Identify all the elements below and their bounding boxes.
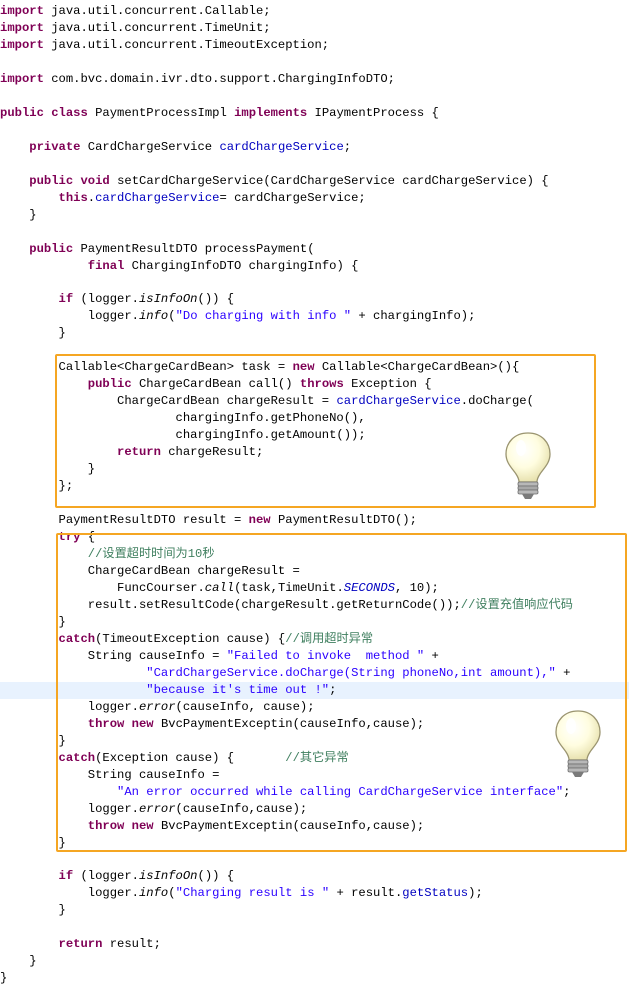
code-line[interactable]: } — [0, 207, 37, 224]
code-token: (logger. — [73, 292, 139, 307]
code-token: PaymentResultDTO result = — [0, 513, 249, 528]
code-token: info — [138, 309, 169, 324]
code-token: (logger. — [73, 869, 139, 884]
code-token: void — [80, 173, 110, 188]
code-token: IPaymentProcess { — [307, 105, 439, 120]
code-token: + chargingInfo); — [351, 309, 476, 324]
code-token: import — [0, 71, 44, 86]
code-token: cardChargeService — [95, 190, 220, 205]
code-token: ChargingInfoDTO chargingInfo) { — [124, 258, 359, 273]
lightbulb-icon — [555, 710, 601, 777]
code-line[interactable]: if (logger.isInfoOn()) { — [0, 291, 235, 308]
code-line[interactable]: this.cardChargeService= cardChargeServic… — [0, 190, 366, 207]
code-token: public — [0, 105, 44, 120]
code-token: com.bvc.domain.ivr.dto.support.ChargingI… — [43, 71, 395, 86]
code-line[interactable]: } — [0, 325, 66, 342]
code-token: java.util.concurrent.TimeoutException; — [43, 37, 330, 52]
code-token: + result. — [329, 886, 403, 901]
code-token: } — [0, 326, 66, 341]
code-line[interactable]: private CardChargeService cardChargeServ… — [0, 139, 351, 156]
code-line[interactable]: } — [0, 970, 7, 987]
code-token: new — [248, 513, 271, 528]
code-line[interactable]: import com.bvc.domain.ivr.dto.support.Ch… — [0, 71, 395, 88]
code-line[interactable]: import java.util.concurrent.TimeoutExcep… — [0, 37, 329, 54]
code-token: cardChargeService — [219, 139, 344, 154]
code-token: getStatus — [402, 886, 469, 901]
code-line[interactable]: public class PaymentProcessImpl implemen… — [0, 105, 439, 122]
code-token: PaymentResultDTO processPayment( — [73, 241, 315, 256]
code-line[interactable]: } — [0, 953, 37, 970]
code-token: } — [0, 903, 66, 918]
code-token: ; — [343, 139, 352, 154]
code-token: public — [29, 173, 74, 188]
code-line[interactable]: final ChargingInfoDTO chargingInfo) { — [0, 258, 359, 275]
code-token: import — [0, 20, 44, 35]
code-token: isInfoOn — [138, 292, 198, 307]
code-line[interactable]: return result; — [0, 936, 161, 953]
code-token: java.util.concurrent.Callable; — [43, 4, 271, 18]
code-line[interactable]: if (logger.isInfoOn()) { — [0, 868, 235, 885]
code-token: final — [87, 258, 125, 273]
code-token: class — [51, 105, 88, 120]
code-token: ()) { — [197, 292, 235, 307]
try-catch-highlight-box — [56, 533, 627, 852]
code-token: if — [58, 292, 74, 307]
code-token: "Charging result is " — [175, 886, 330, 901]
code-token: ( — [168, 886, 176, 901]
code-token: = cardChargeService; — [219, 190, 366, 205]
code-token: java.util.concurrent.TimeUnit; — [43, 20, 271, 35]
lightbulb-icon — [505, 432, 551, 499]
code-token: PaymentResultDTO(); — [270, 513, 417, 528]
code-editor[interactable]: import java.util.concurrent.Callable; imp… — [0, 0, 629, 1005]
code-token: return — [58, 937, 103, 952]
code-line[interactable]: logger.info("Do charging with info " + c… — [0, 308, 476, 325]
code-token: result; — [102, 937, 161, 952]
code-token: } — [0, 971, 8, 986]
code-token: logger. — [0, 309, 139, 324]
code-line[interactable]: logger.info("Charging result is " + resu… — [0, 885, 483, 902]
code-line[interactable]: PaymentResultDTO result = new PaymentRes… — [0, 512, 417, 529]
code-token: import — [0, 37, 44, 52]
code-token: ); — [468, 886, 483, 901]
code-token: ( — [168, 309, 176, 324]
code-line[interactable]: import java.util.concurrent.TimeUnit; — [0, 20, 271, 37]
code-token: public — [29, 241, 74, 256]
code-line[interactable]: import java.util.concurrent.Callable; — [0, 3, 271, 20]
code-line[interactable]: public PaymentResultDTO processPayment( — [0, 241, 315, 258]
code-token: isInfoOn — [138, 869, 198, 884]
code-token: if — [58, 869, 74, 884]
code-token: info — [138, 886, 169, 901]
code-token: PaymentProcessImpl — [87, 105, 235, 120]
code-token: private — [29, 139, 81, 154]
code-token: "Do charging with info " — [175, 309, 352, 324]
code-token: . — [87, 190, 96, 205]
code-token: CardChargeService — [80, 139, 220, 154]
code-line[interactable]: } — [0, 902, 66, 919]
code-token: } — [0, 207, 37, 222]
code-token: setCardChargeService(CardChargeService c… — [109, 173, 549, 188]
code-token: logger. — [0, 886, 139, 901]
code-token: import — [0, 4, 44, 18]
code-token: } — [0, 954, 37, 969]
code-token: implements — [234, 105, 308, 120]
code-token: this — [58, 190, 88, 205]
code-line[interactable]: public void setCardChargeService(CardCha… — [0, 173, 549, 190]
code-token: ()) { — [197, 869, 235, 884]
